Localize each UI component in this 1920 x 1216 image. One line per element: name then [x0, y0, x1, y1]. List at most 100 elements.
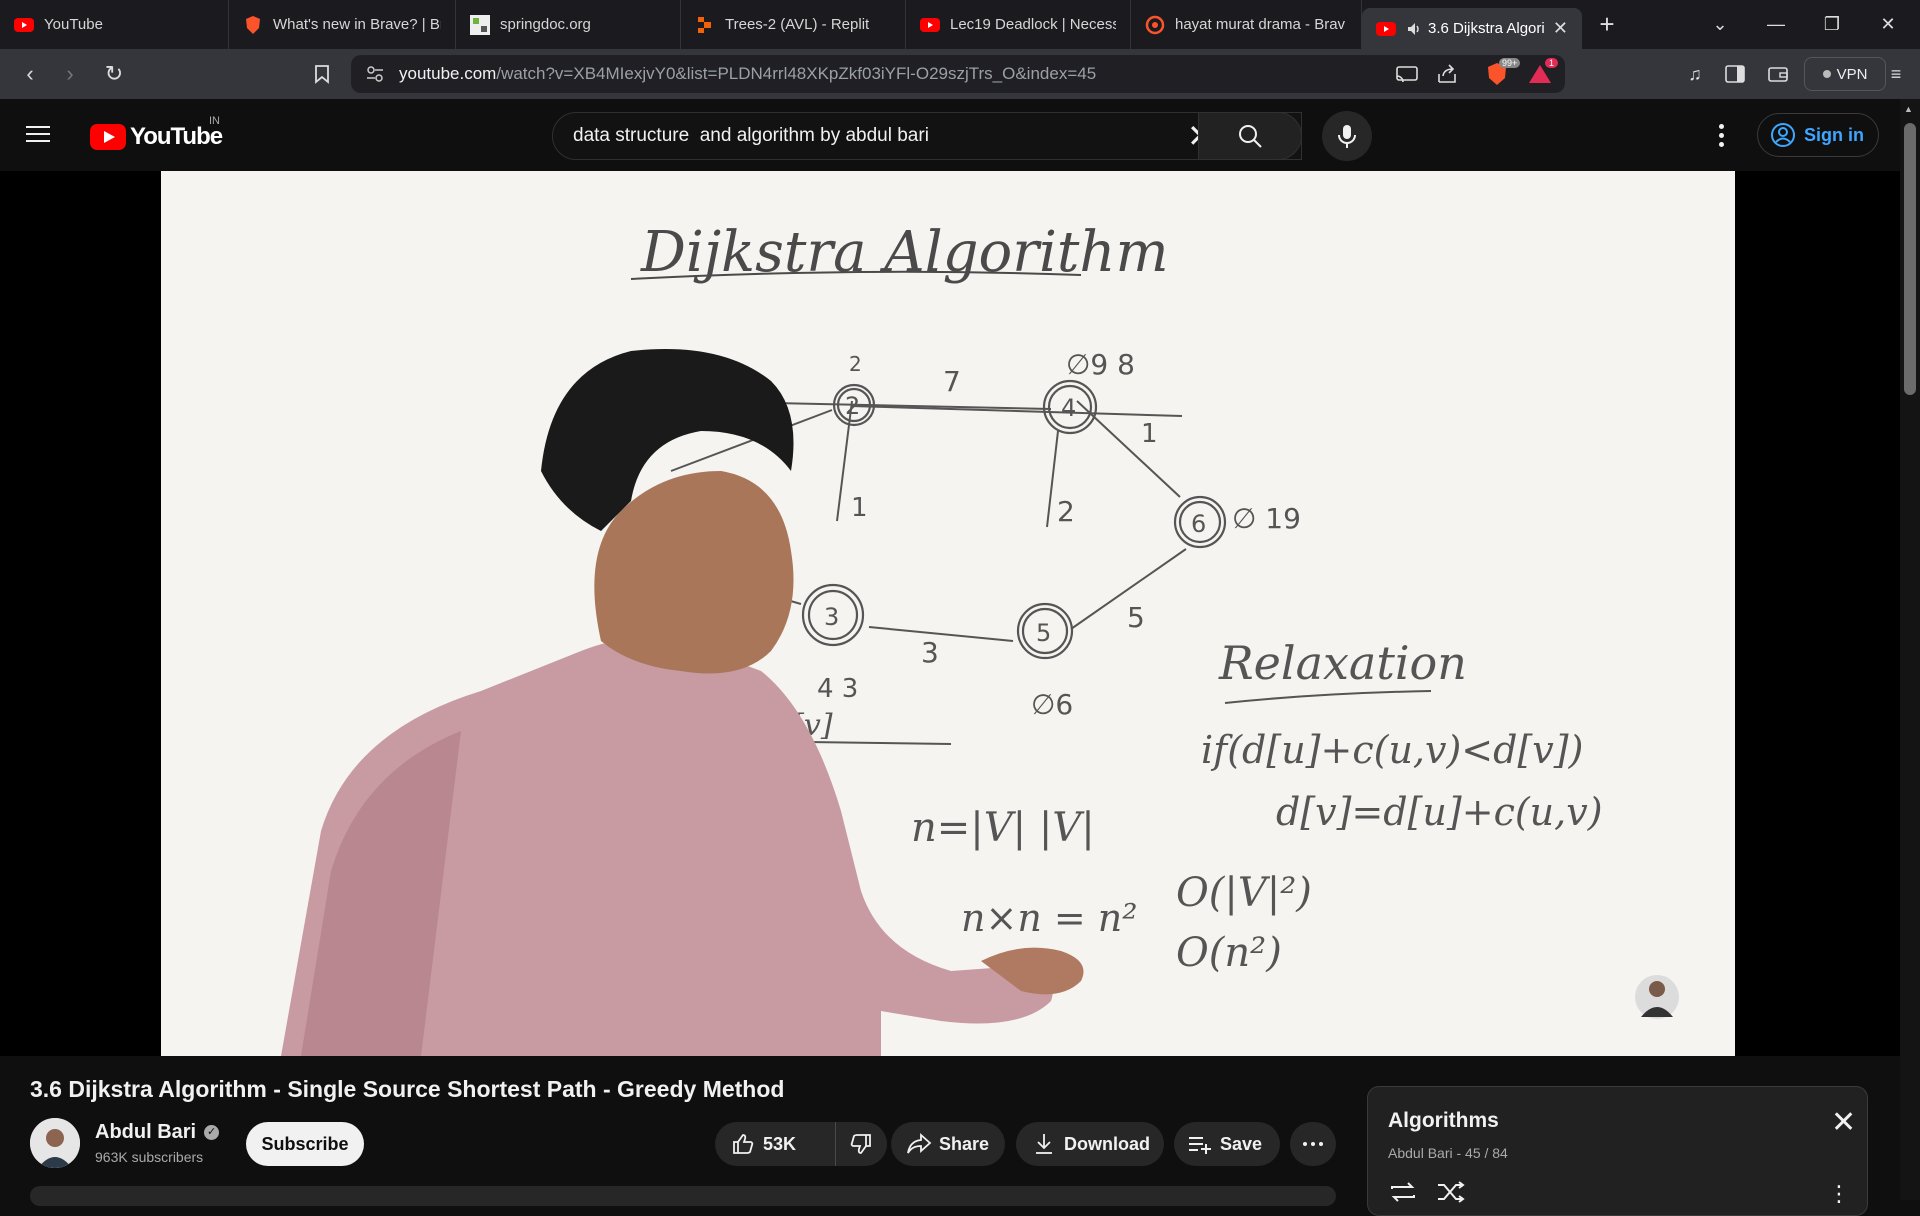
tab-label: Lec19 Deadlock | Necessa [950, 16, 1116, 33]
wallet-icon[interactable] [1758, 49, 1798, 99]
guide-menu-icon[interactable] [26, 121, 66, 149]
url-path: /watch?v=XB4MIexjvY0&list=PLDN4rrl48XKpZ… [496, 64, 1097, 83]
brave-icon [243, 15, 263, 35]
node-5-label: 5 [1036, 619, 1051, 647]
microphone-icon [1338, 125, 1356, 148]
restore-window-button[interactable]: ❐ [1804, 0, 1860, 49]
playlist-title[interactable]: Algorithms [1388, 1109, 1499, 1133]
save-label: Save [1220, 1133, 1263, 1154]
channel-avatar[interactable] [30, 1118, 80, 1168]
browser-menu-icon[interactable]: ≡ [1876, 49, 1916, 99]
thumbs-up-icon [729, 1130, 757, 1158]
like-button[interactable]: 53K [715, 1122, 836, 1166]
download-icon [1030, 1130, 1058, 1158]
description-box[interactable] [30, 1186, 1336, 1206]
vpn-status-icon [1822, 70, 1831, 78]
voice-search-button[interactable] [1322, 111, 1372, 161]
brave-shields-icon[interactable]: 99+ [1477, 49, 1521, 99]
video-player[interactable]: Dijkstra Algorithm 2 4 6 3 5 2 ∅9 8 ∅ 19… [0, 171, 1900, 1056]
tab-replit[interactable]: Trees-2 (AVL) - Replit [681, 0, 906, 49]
node-6-label: 6 [1191, 510, 1206, 538]
youtube-icon [14, 15, 34, 35]
channel-watermark [1635, 975, 1679, 1019]
tab-label: What's new in Brave? | Bra [273, 16, 441, 33]
playlist-panel: Algorithms Abdul Bari - 45 / 84 ✕ ⋮ [1367, 1086, 1868, 1216]
account-icon [1771, 123, 1795, 147]
node-2-label: 2 [845, 392, 860, 420]
node-3-distance: 4 3 [817, 674, 858, 704]
tab-youtube[interactable]: YouTube [0, 0, 229, 49]
complexity-v-squared: O(|V|²) [1176, 870, 1312, 916]
media-music-icon[interactable]: ♫ [1675, 49, 1715, 99]
tab-brave-whats-new[interactable]: What's new in Brave? | Bra [229, 0, 456, 49]
channel-name[interactable]: Abdul Bari ✓ [95, 1121, 220, 1144]
speaker-icon[interactable] [1406, 19, 1422, 39]
youtube-play-logo-icon [90, 124, 126, 150]
loop-playlist-icon[interactable] [1388, 1181, 1418, 1209]
scrollbar-thumb[interactable] [1904, 123, 1916, 395]
edge-weight-4-6: 1 [1141, 419, 1158, 449]
scroll-up-arrow-icon[interactable]: ▲ [1904, 104, 1913, 114]
brave-search-icon [1145, 15, 1165, 35]
settings-more-icon[interactable] [1706, 119, 1736, 151]
share-button[interactable]: Share [891, 1122, 1005, 1166]
youtube-logo[interactable]: YouTube IN [90, 115, 223, 151]
complexity-n-squared: O(n²) [1176, 930, 1282, 976]
relaxation-heading: Relaxation [1218, 636, 1467, 690]
node-4-label: 4 [1061, 394, 1076, 422]
video-frame[interactable]: Dijkstra Algorithm 2 4 6 3 5 2 ∅9 8 ∅ 19… [161, 171, 1735, 1056]
page-scrollbar[interactable]: ▲ [1900, 99, 1920, 1200]
address-bar[interactable]: youtube.com/watch?v=XB4MIexjvY0&list=PLD… [351, 55, 1565, 93]
playlist-menu-icon[interactable]: ⋮ [1828, 1181, 1850, 1207]
whiteboard-lecture: Dijkstra Algorithm 2 4 6 3 5 2 ∅9 8 ∅ 19… [281, 220, 1679, 1056]
n-squared: n×n = n² [961, 896, 1138, 940]
sidebar-icon[interactable] [1715, 49, 1755, 99]
new-tab-button[interactable]: + [1582, 0, 1632, 49]
vpn-label: VPN [1836, 65, 1868, 83]
tab-list-chevron-icon[interactable]: ⌄ [1692, 0, 1748, 49]
save-button[interactable]: Save [1174, 1122, 1280, 1166]
search-input[interactable]: data structure and algorithm by abdul ba… [552, 112, 1302, 160]
tab-label: 3.6 Dijkstra Algorith [1428, 20, 1545, 37]
share-page-icon[interactable] [1436, 64, 1458, 89]
node-4-distance: ∅9 8 [1066, 348, 1135, 381]
url-host: youtube.com [399, 64, 497, 83]
sign-in-button[interactable]: Sign in [1757, 113, 1879, 157]
youtube-masthead: YouTube IN data structure and algorithm … [0, 99, 1920, 171]
download-button[interactable]: Download [1016, 1122, 1164, 1166]
playlist-add-icon [1186, 1130, 1214, 1158]
dislike-button[interactable] [836, 1130, 886, 1158]
minimize-window-button[interactable]: — [1748, 0, 1804, 49]
close-window-button[interactable]: ✕ [1860, 0, 1916, 49]
subscribe-button[interactable]: Subscribe [246, 1122, 364, 1166]
edge-weight-2-3: 1 [851, 493, 868, 523]
playlist-meta: Abdul Bari - 45 / 84 [1388, 1145, 1508, 1161]
url-text: youtube.com/watch?v=XB4MIexjvY0&list=PLD… [399, 55, 1096, 93]
vpn-button[interactable]: VPN [1804, 57, 1886, 91]
edge-weight-5-6: 5 [1127, 601, 1145, 634]
shuffle-playlist-icon[interactable] [1436, 1181, 1466, 1209]
search-icon [1239, 125, 1262, 148]
back-button[interactable]: ‹ [10, 49, 50, 99]
search-button[interactable] [1198, 112, 1302, 160]
cast-icon[interactable] [1395, 64, 1419, 89]
close-tab-icon[interactable]: ✕ [1553, 18, 1568, 39]
tab-label: Trees-2 (AVL) - Replit [725, 16, 870, 33]
tab-hayat-murat[interactable]: hayat murat drama - Brav [1131, 0, 1362, 49]
tab-lec19-deadlock[interactable]: Lec19 Deadlock | Necessa [906, 0, 1131, 49]
thumbs-down-icon [847, 1130, 875, 1158]
shields-badge: 99+ [1499, 58, 1521, 68]
reload-button[interactable]: ↻ [94, 49, 134, 99]
youtube-icon [920, 15, 940, 35]
rewards-badge: 1 [1545, 58, 1559, 68]
forward-button[interactable]: › [50, 49, 90, 99]
channel-name-text: Abdul Bari [95, 1121, 197, 1143]
more-actions-button[interactable] [1290, 1122, 1336, 1166]
close-playlist-icon[interactable]: ✕ [1831, 1108, 1856, 1138]
tab-dijkstra-active[interactable]: 3.6 Dijkstra Algorith ✕ [1362, 8, 1582, 49]
bookmark-icon[interactable] [302, 49, 342, 99]
tab-springdoc[interactable]: springdoc.org [456, 0, 681, 49]
brave-rewards-icon[interactable]: 1 [1520, 49, 1560, 99]
download-label: Download [1064, 1133, 1150, 1154]
site-settings-icon[interactable] [365, 65, 385, 88]
